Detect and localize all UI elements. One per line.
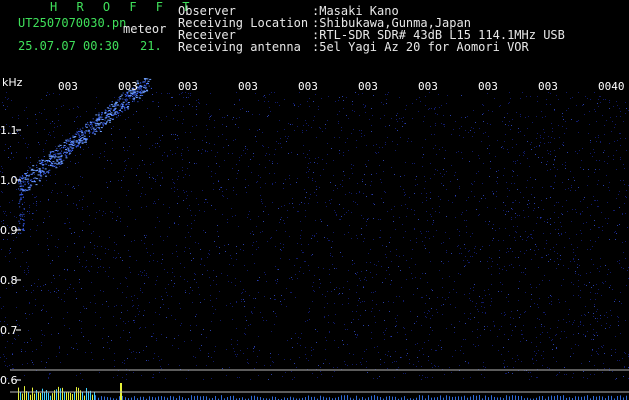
time-label: 003 — [478, 80, 498, 93]
antenna-label: Receiving antenna — [178, 40, 301, 54]
time-label: 0040 — [598, 80, 625, 93]
app-title: H R O F F T — [50, 0, 196, 14]
header-panel: H R O F F T UT2507070030.pn meteor 25.07… — [0, 0, 629, 78]
time-label: 003 — [538, 80, 558, 93]
time-label: 003 — [118, 80, 138, 93]
spectrogram: kHz 1.1 1.0 0.9 0.8 0.7 0.6 003 003 003 003 003 00… — [0, 78, 629, 400]
date-time: 25.07.07 00:30 — [18, 39, 120, 53]
y-tick-label: 0.6 — [0, 374, 18, 387]
time-label: 003 — [298, 80, 318, 93]
time-label: 003 — [58, 80, 78, 93]
y-tick-label: 1.1 — [0, 124, 18, 137]
y-tick-label: 0.8 — [0, 274, 18, 287]
y-tick-label: 0.9 — [0, 224, 18, 237]
frame-number: 21. — [140, 39, 162, 53]
unit-label: kHz — [2, 78, 23, 89]
time-label: 003 — [418, 80, 438, 93]
event-tag: meteor — [123, 22, 167, 36]
y-tick-label: 1.0 — [0, 174, 18, 187]
time-label: 003 — [238, 80, 258, 93]
file-name: UT2507070030.pn — [18, 16, 127, 30]
y-tick-label: 0.7 — [0, 324, 18, 337]
antenna-value: :5el Yagi Az 20 for Aomori VOR — [312, 40, 529, 54]
time-label: 003 — [178, 80, 198, 93]
time-label: 003 — [358, 80, 378, 93]
